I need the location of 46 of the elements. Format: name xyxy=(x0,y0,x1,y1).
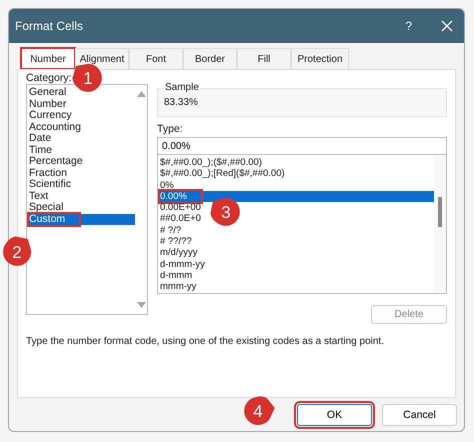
category-label-text: Accounting xyxy=(29,120,81,132)
category-item[interactable]: Accounting xyxy=(27,122,135,133)
category-label-text: Custom xyxy=(29,214,80,225)
category-item[interactable]: Currency xyxy=(27,110,135,122)
sample-label: Sample xyxy=(164,82,200,93)
close-icon[interactable] xyxy=(440,19,454,33)
sample-value: 83.33% xyxy=(164,97,199,108)
format-item[interactable]: 0.00% xyxy=(158,190,434,202)
description-text: Type the number format code, using one of the existing codes as a starting point. xyxy=(26,336,385,347)
category-item[interactable]: Special xyxy=(27,202,135,214)
scroll-up-icon[interactable] xyxy=(136,91,146,97)
category-item[interactable]: Text xyxy=(27,190,135,202)
category-item[interactable]: Percentage xyxy=(27,156,135,168)
window-title: Format Cells xyxy=(15,19,84,33)
category-item[interactable]: Scientific xyxy=(27,179,135,190)
scrollbar[interactable] xyxy=(434,155,446,293)
category-list[interactable]: General Number Currency Accounting Date Time Percentage Fraction Scientific Text Special Custom xyxy=(26,84,148,315)
tab[interactable]: Font xyxy=(129,48,183,69)
tab[interactable]: Alignment xyxy=(75,48,129,69)
category-item[interactable]: Time xyxy=(27,144,135,156)
category-label-text: Time xyxy=(29,144,52,156)
category-item[interactable]: Date xyxy=(27,133,135,144)
category-item[interactable]: Number xyxy=(27,98,135,110)
category-label-text: Currency xyxy=(29,109,72,121)
category-item[interactable]: Fraction xyxy=(27,168,135,179)
tab[interactable]: Fill xyxy=(237,48,291,69)
category-label-text: Fraction xyxy=(29,166,67,178)
scroll-down-icon[interactable] xyxy=(136,302,146,308)
category-label: Category: xyxy=(26,72,72,84)
category-label-text: Text xyxy=(29,190,48,202)
category-label-text: Number xyxy=(29,98,66,110)
category-item[interactable]: General xyxy=(27,87,135,98)
category-label-text: Scientific xyxy=(29,178,72,190)
category-label-text: General xyxy=(29,86,66,98)
category-label-text: Date xyxy=(29,132,52,144)
category-label-text: Special xyxy=(29,201,64,213)
tab[interactable]: Protection xyxy=(291,48,349,69)
type-field[interactable]: 0.00% xyxy=(157,137,447,155)
cancel-button[interactable]: Cancel xyxy=(382,404,457,426)
help-button[interactable]: ? xyxy=(405,19,412,33)
format-code: 0.00% xyxy=(160,190,201,202)
tab[interactable]: Border xyxy=(183,48,237,69)
type-label: Type: xyxy=(157,123,183,135)
category-label-text: Percentage xyxy=(29,155,83,167)
category-item[interactable]: Custom xyxy=(27,214,135,225)
tab[interactable]: Number xyxy=(21,48,75,69)
